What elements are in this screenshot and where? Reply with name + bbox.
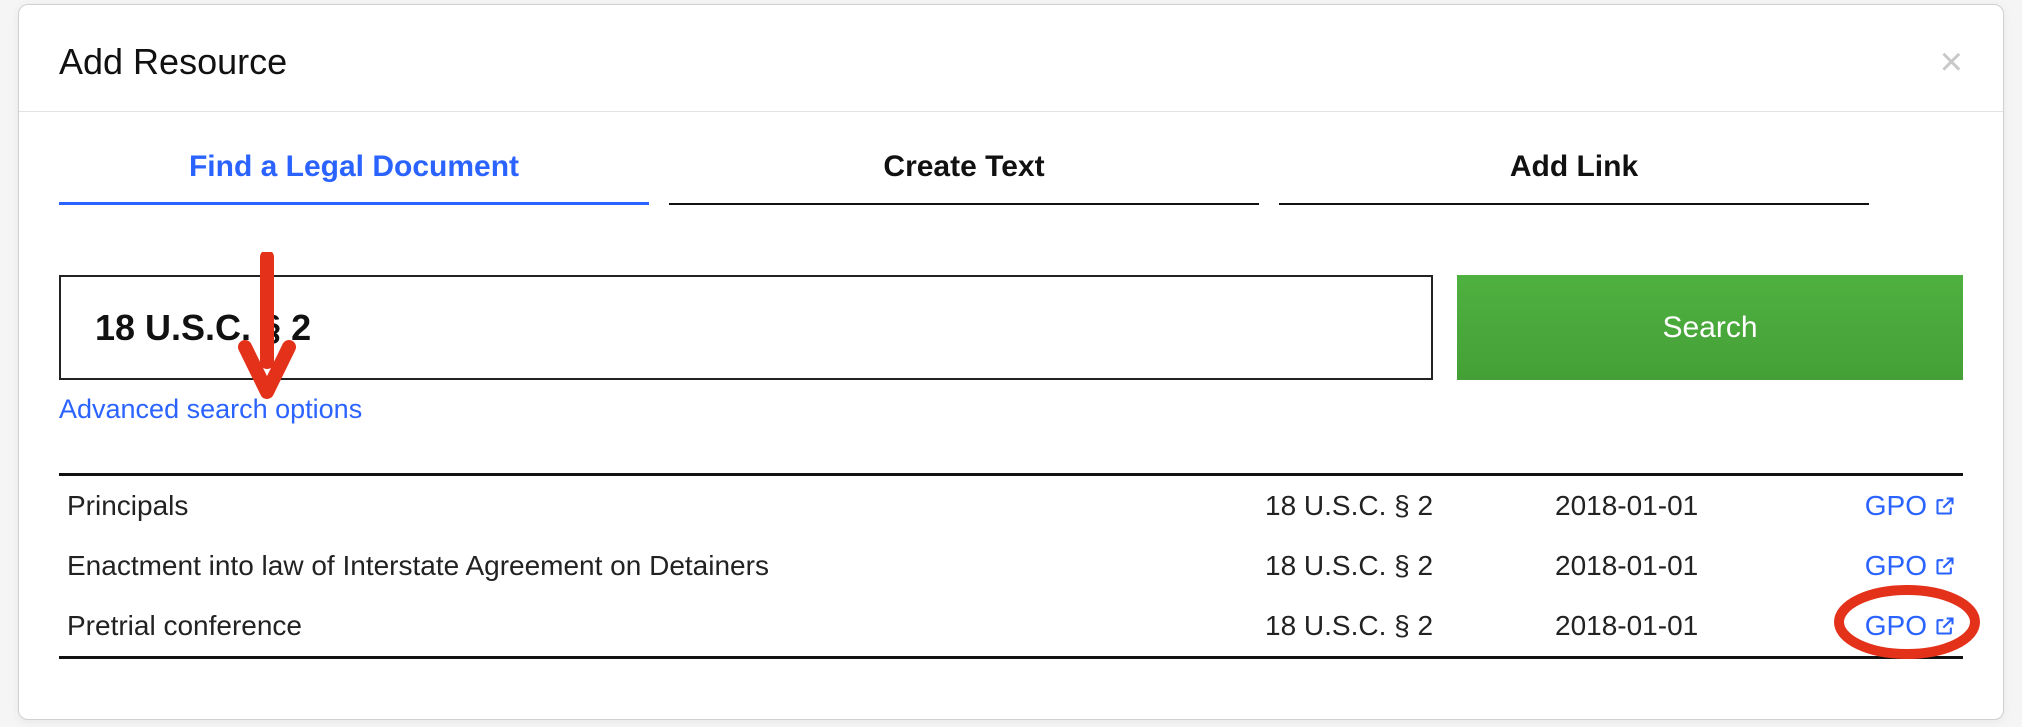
gpo-label: GPO	[1865, 490, 1927, 522]
advanced-search-label: Advanced search options	[59, 394, 362, 424]
result-title: Principals	[67, 490, 1265, 522]
gpo-link[interactable]: GPO	[1865, 490, 1955, 522]
tab-create-text[interactable]: Create Text	[669, 140, 1259, 205]
modal-body: Find a Legal Document Create Text Add Li…	[19, 112, 2003, 679]
search-row: Search	[59, 275, 1963, 380]
modal-header: Add Resource ×	[19, 5, 2003, 112]
modal-title: Add Resource	[59, 41, 287, 83]
close-button[interactable]: ×	[1940, 42, 1963, 82]
external-link-icon	[1935, 556, 1955, 576]
result-date: 2018-01-01	[1555, 490, 1835, 522]
gpo-link[interactable]: GPO	[1865, 550, 1955, 582]
tab-label: Add Link	[1510, 150, 1638, 183]
result-date: 2018-01-01	[1555, 550, 1835, 582]
results-table: Principals 18 U.S.C. § 2 2018-01-01 GPO	[59, 473, 1963, 659]
tab-spacer	[1889, 140, 1963, 205]
search-button[interactable]: Search	[1457, 275, 1963, 380]
result-citation: 18 U.S.C. § 2	[1265, 550, 1555, 582]
result-title: Pretrial conference	[67, 610, 1265, 642]
result-title: Enactment into law of Interstate Agreeme…	[67, 550, 1265, 582]
table-row[interactable]: Principals 18 U.S.C. § 2 2018-01-01 GPO	[59, 476, 1963, 536]
search-input[interactable]	[59, 275, 1433, 380]
close-icon: ×	[1940, 40, 1963, 84]
result-citation: 18 U.S.C. § 2	[1265, 490, 1555, 522]
tabs: Find a Legal Document Create Text Add Li…	[59, 140, 1963, 205]
tab-label: Create Text	[883, 150, 1044, 183]
tab-label: Find a Legal Document	[189, 150, 519, 183]
gpo-link[interactable]: GPO	[1865, 610, 1955, 642]
result-citation: 18 U.S.C. § 2	[1265, 610, 1555, 642]
tab-add-link[interactable]: Add Link	[1279, 140, 1869, 205]
search-button-label: Search	[1662, 311, 1757, 344]
result-date: 2018-01-01	[1555, 610, 1835, 642]
advanced-search-link[interactable]: Advanced search options	[59, 394, 362, 425]
external-link-icon	[1935, 496, 1955, 516]
add-resource-modal: Add Resource × Find a Legal Document Cre…	[18, 4, 2004, 720]
tab-find-legal-document[interactable]: Find a Legal Document	[59, 140, 649, 205]
external-link-icon	[1935, 616, 1955, 636]
table-row[interactable]: Pretrial conference 18 U.S.C. § 2 2018-0…	[59, 596, 1963, 656]
gpo-label: GPO	[1865, 610, 1927, 642]
table-row[interactable]: Enactment into law of Interstate Agreeme…	[59, 536, 1963, 596]
gpo-label: GPO	[1865, 550, 1927, 582]
